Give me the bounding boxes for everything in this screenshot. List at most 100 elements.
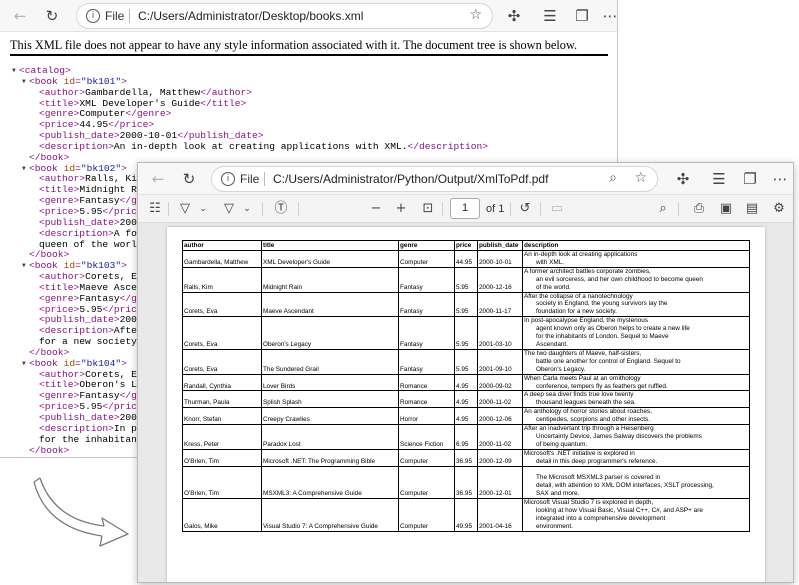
cell-price: 5.95 (454, 316, 478, 350)
search-icon[interactable]: ⌕ (654, 200, 672, 218)
xml-line-text: for a new society. (39, 336, 143, 348)
back-icon[interactable]: ← (10, 6, 30, 26)
xml-line-text: </book> (29, 151, 70, 163)
cell-author: Galos, Mike (182, 498, 262, 532)
draw-chevron-icon[interactable]: ⌄ (238, 200, 256, 218)
zoom-in-icon[interactable]: + (392, 200, 410, 218)
page-number-input[interactable]: 1 (450, 198, 480, 219)
xml-line: <description>An in-depth look at creatin… (11, 141, 488, 153)
description-line: An anthology of horror stories about roa… (524, 408, 652, 416)
cell-price: 5.95 (454, 348, 478, 375)
extensions-icon[interactable]: ✣ (504, 6, 524, 26)
favorite-star-icon[interactable]: ☆ (469, 7, 482, 23)
cell-description: A former architect battles corporate zom… (522, 266, 750, 293)
xml-line-text: </book> (29, 249, 70, 261)
pdf-browser-toolbar: ← ↻ i File C:/Users/Administrator/Python… (138, 163, 793, 195)
cell-publish-date: 2001-09-10 (477, 348, 523, 375)
toolbar-separator (510, 202, 511, 216)
text-icon[interactable]: Ⓣ (272, 200, 290, 218)
address-file-label: File (105, 9, 125, 23)
favorite-star-icon[interactable]: ☆ (634, 170, 647, 186)
address-separator (129, 9, 130, 23)
highlight-icon[interactable]: ▽ (176, 200, 194, 218)
draw-icon[interactable]: ▽ (220, 200, 238, 218)
fit-page-icon[interactable]: ⊡ (419, 200, 437, 218)
address-file-label: File (240, 172, 260, 186)
cell-description: A deep sea diver finds true love twenty t… (522, 390, 750, 409)
save-icon[interactable]: ▣ (717, 200, 735, 218)
more-icon[interactable]: ⋯ (600, 6, 618, 26)
back-icon[interactable]: ← (148, 169, 168, 189)
collapse-toggle-icon[interactable]: ▾ (21, 260, 29, 272)
favorites-icon[interactable]: ☰ (540, 6, 560, 26)
description-line: of being quantum. (536, 440, 588, 448)
collapse-toggle-icon[interactable]: ▾ (21, 163, 29, 175)
reload-icon[interactable]: ↻ (179, 169, 199, 189)
cell-description: After the collapse of a nanotechnology so… (522, 291, 750, 318)
highlight-chevron-icon[interactable]: ⌄ (194, 200, 212, 218)
info-icon[interactable]: i (86, 9, 100, 23)
xml-line-text: <genre>Computer</genre> (39, 108, 172, 120)
cell-publish-date: 2000-11-17 (477, 291, 523, 318)
description-line: Microsoft's .NET initiative is explored … (524, 449, 635, 457)
favorites-icon[interactable]: ☰ (709, 169, 729, 189)
info-icon[interactable]: i (221, 172, 235, 186)
collections-icon[interactable]: ❐ (740, 169, 760, 189)
column-header: publish_date (477, 240, 523, 251)
settings-icon[interactable]: ⚙ (770, 200, 788, 218)
description-line: integrated into a comprehensive developm… (536, 515, 666, 522)
more-icon[interactable]: ⋯ (770, 169, 790, 189)
xml-line-text: <publish_date>2000- (39, 216, 149, 228)
address-url[interactable]: C:/Users/Administrator/Desktop/books.xml (138, 9, 363, 23)
cell-title: Maeve Ascendant (261, 291, 399, 318)
cell-publish-date: 2001-03-10 (477, 316, 523, 350)
description-line: A deep sea diver finds true love twenty (524, 391, 634, 399)
xml-line-text: <author>Corets, Eva (39, 271, 149, 283)
zoom-icon[interactable]: ⌕ (609, 170, 617, 186)
table-row: O'Brien, Tim Microsoft .NET: The Programm… (182, 448, 750, 467)
xml-address-bar[interactable]: i File C:/Users/Administrator/Desktop/bo… (76, 3, 493, 29)
address-separator (264, 172, 265, 186)
collapse-toggle-icon (21, 153, 29, 164)
cell-publish-date: 2000-09-02 (477, 373, 523, 392)
description-line: battle one another for control of Englan… (536, 357, 681, 365)
contents-icon[interactable]: ☷ (146, 200, 164, 218)
table-row: Ralls, Kim Midnight Rain Fantasy 5.95 2000-1… (182, 266, 750, 293)
save-as-icon[interactable]: ▤ (743, 200, 761, 218)
cell-author: Corets, Eva (182, 348, 262, 375)
pdf-address-bar[interactable]: i File C:/Users/Administrator/Python/Out… (211, 166, 658, 192)
description-line: The two daughters of Maeve, half-sisters… (524, 349, 642, 357)
collapse-toggle-icon (31, 229, 39, 240)
cell-price: 44.95 (454, 250, 478, 268)
xml-line-text: <description>In pos (39, 422, 149, 434)
xml-line-text: <title>XML Developer's Guide</title> (39, 97, 247, 109)
reload-icon[interactable]: ↻ (42, 6, 62, 26)
cell-description: Microsoft Visual Studio 7 is explored in… (522, 498, 750, 532)
cell-author: O'Brien, Tim (182, 448, 262, 467)
xml-line-text: <publish_date>2000-10-01</publish_date> (39, 130, 264, 142)
cell-title: Splish Splash (261, 390, 399, 409)
description-line: In post-apocalypse England, the mysterio… (524, 317, 648, 325)
cell-price: 4.95 (454, 373, 478, 392)
description-line: When Carla meets Paul at an ornithology (524, 374, 641, 382)
cell-description: Microsoft's .NET initiative is explored … (522, 448, 750, 467)
collapse-toggle-icon[interactable]: ▾ (21, 358, 29, 370)
collapse-toggle-icon[interactable]: ▾ (21, 76, 29, 88)
page-count: of 1 (486, 203, 505, 215)
extensions-icon[interactable]: ✣ (673, 169, 693, 189)
address-url[interactable]: C:/Users/Administrator/Python/Output/Xml… (273, 172, 548, 186)
page-view-icon[interactable]: ▭ (548, 200, 566, 218)
print-icon[interactable]: ⎙ (690, 200, 708, 218)
cell-publish-date: 2000-11-02 (477, 424, 523, 450)
table-row: Kress, Peter Paradox Lost Science Fiction 6… (182, 424, 750, 450)
column-header: description (522, 240, 750, 251)
collapse-toggle-icon[interactable]: ▾ (11, 65, 19, 77)
rotate-icon[interactable]: ↺ (516, 200, 534, 218)
table-row: Knorr, Stefan Creepy Crawlies Horror 4.95 20… (182, 407, 750, 426)
collections-icon[interactable]: ❐ (572, 6, 592, 26)
cell-genre: Fantasy (398, 348, 455, 375)
cell-genre: Fantasy (398, 316, 455, 350)
zoom-out-icon[interactable]: − (367, 200, 385, 218)
xml-line-text: <title>Maeve Ascend (39, 281, 149, 293)
xml-line-text: </book> (29, 346, 70, 358)
